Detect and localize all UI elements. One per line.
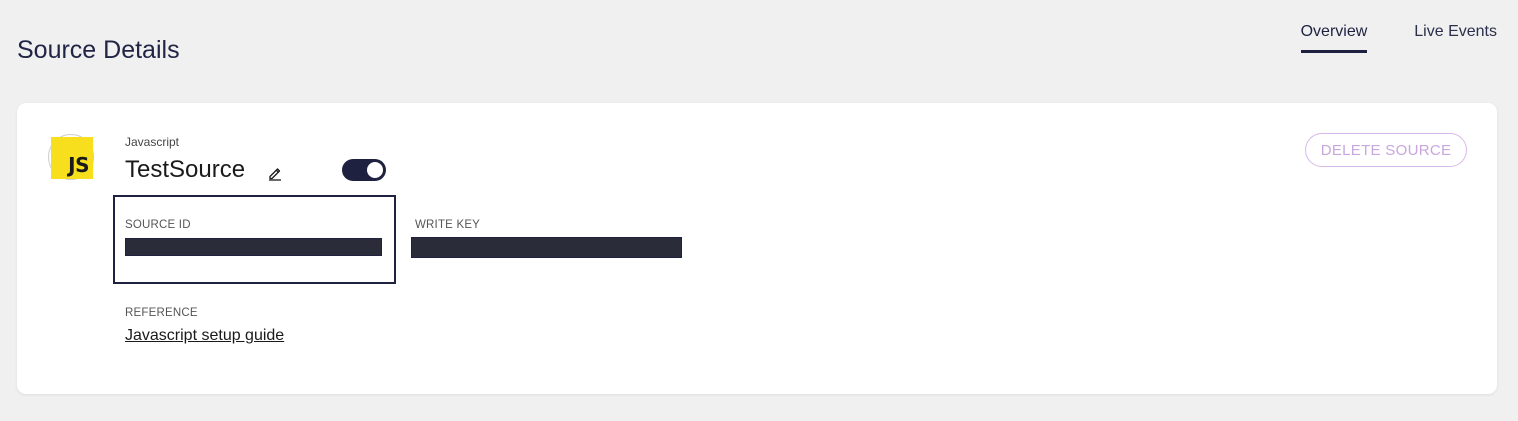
source-name: TestSource: [125, 156, 246, 183]
setup-guide-link[interactable]: Javascript setup guide: [125, 327, 284, 345]
javascript-logo-icon: JS: [51, 137, 93, 179]
delete-source-button[interactable]: DELETE SOURCE: [1305, 133, 1467, 167]
write-key-value[interactable]: [411, 237, 682, 258]
tab-overview[interactable]: Overview: [1300, 20, 1368, 53]
source-enabled-toggle[interactable]: [342, 159, 386, 181]
tabs: Overview Live Events: [1300, 20, 1497, 53]
source-id-value[interactable]: [125, 238, 382, 256]
toggle-knob: [367, 162, 383, 178]
source-id-label: SOURCE ID: [125, 219, 191, 231]
source-card: JS Javascript TestSource DELETE SOURCE S…: [17, 103, 1497, 394]
pencil-icon[interactable]: [267, 165, 283, 181]
source-type: Javascript: [125, 135, 180, 149]
write-key-label: WRITE KEY: [415, 219, 481, 231]
source-logo: JS: [48, 134, 94, 180]
logo-text: JS: [68, 153, 89, 177]
tab-live-events[interactable]: Live Events: [1414, 20, 1497, 53]
page-title: Source Details: [17, 36, 180, 64]
reference-label: REFERENCE: [125, 307, 198, 319]
